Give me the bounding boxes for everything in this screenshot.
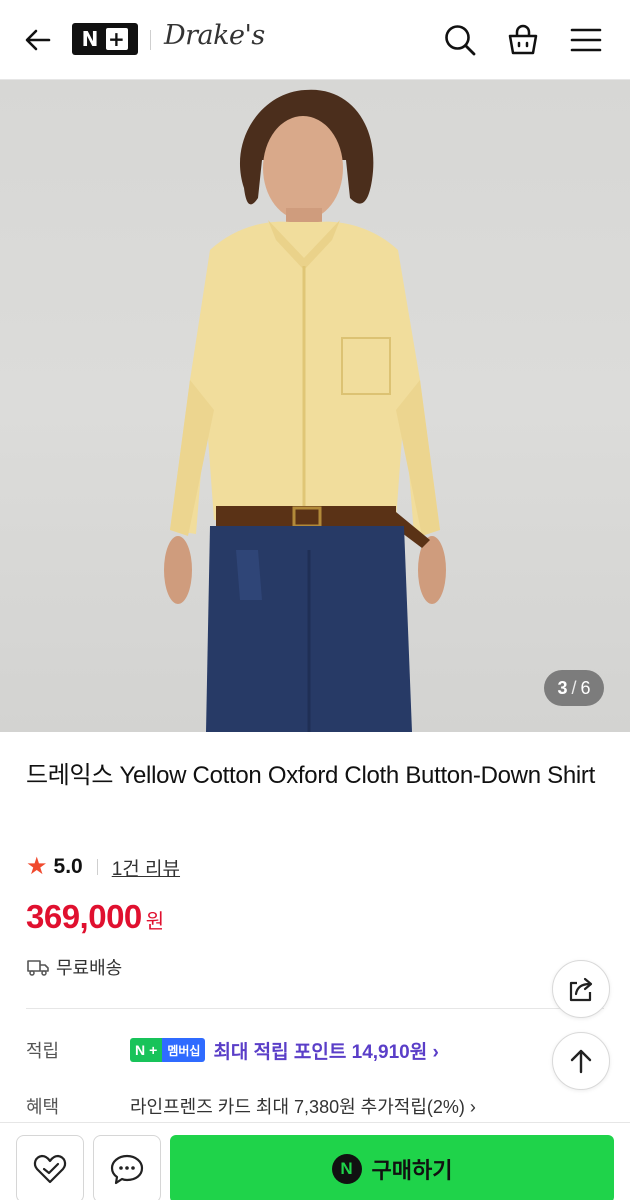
- naver-pay-icon: N: [331, 1154, 362, 1184]
- share-icon: [569, 977, 593, 1002]
- rating-value: 5.0: [53, 855, 83, 878]
- membership-badge: N + 멤버십: [130, 1038, 206, 1062]
- share-button[interactable]: [552, 960, 610, 1018]
- back-arrow-icon: [25, 29, 51, 51]
- talk-button[interactable]: [93, 1135, 161, 1200]
- menu-button[interactable]: [566, 20, 606, 60]
- scroll-top-button[interactable]: [552, 1032, 610, 1090]
- menu-icon: [570, 28, 602, 52]
- image-counter: 3 / 6: [544, 670, 604, 706]
- benefit-label: 혜택: [26, 1097, 60, 1117]
- points-link[interactable]: 최대 적립 포인트 14,910원 ›: [213, 1037, 438, 1064]
- membership-badge-text: 멤버십: [162, 1038, 206, 1062]
- shopping-bag-icon: [508, 24, 538, 55]
- buy-button[interactable]: N 구매하기: [170, 1135, 614, 1200]
- points-row: 적립 N + 멤버십 최대 적립 포인트 14,910원 ›: [26, 1036, 439, 1064]
- counter-current: 3: [557, 677, 568, 698]
- price-row: 369,000 원: [26, 898, 164, 936]
- back-button[interactable]: [18, 20, 58, 60]
- truck-icon: [26, 957, 50, 977]
- cart-button[interactable]: [503, 20, 543, 60]
- price-value: 369,000: [26, 898, 142, 935]
- wishlist-button[interactable]: [16, 1135, 84, 1200]
- product-title: 드레익스 Yellow Cotton Oxford Cloth Button-D…: [26, 762, 595, 789]
- star-icon: ★: [26, 853, 48, 880]
- logo-plus: +: [106, 27, 129, 51]
- rating-row: ★ 5.0 1건 리뷰: [26, 852, 180, 882]
- membership-badge-logo: N +: [130, 1038, 163, 1062]
- logo-n: N: [81, 27, 101, 51]
- heart-check-icon: [33, 1154, 67, 1184]
- section-divider: [26, 1008, 604, 1009]
- product-photo: [164, 89, 446, 732]
- brand-logo[interactable]: Drake's: [164, 20, 265, 51]
- product-image-gallery[interactable]: 3 / 6: [0, 80, 630, 732]
- search-button[interactable]: [440, 20, 480, 60]
- chat-bubble-icon: [110, 1154, 144, 1185]
- naver-plus-logo[interactable]: N +: [72, 23, 138, 55]
- counter-total: 6: [580, 677, 591, 698]
- benefit-row: 혜택 라인프렌즈 카드 최대 7,380원 추가적립(2%) ›: [26, 1092, 476, 1120]
- search-icon: [445, 25, 476, 56]
- shipping-text: 무료배송: [56, 958, 123, 978]
- points-label: 적립: [26, 1041, 60, 1061]
- header-divider: [150, 30, 151, 50]
- review-link[interactable]: 1건 리뷰: [112, 854, 180, 881]
- bottom-action-bar: N 구매하기: [0, 1122, 630, 1200]
- badge-n: N: [135, 1042, 146, 1058]
- buy-label: 구매하기: [371, 1158, 453, 1183]
- benefit-link[interactable]: 라인프렌즈 카드 최대 7,380원 추가적립(2%) ›: [130, 1093, 476, 1119]
- app-header: N + Drake's: [0, 0, 630, 80]
- rating-divider: [96, 859, 98, 875]
- shipping-info: 무료배송: [26, 954, 122, 980]
- badge-plus: +: [149, 1042, 158, 1058]
- arrow-up-icon: [570, 1049, 592, 1074]
- price-unit: 원: [145, 911, 165, 933]
- counter-separator: /: [571, 677, 577, 698]
